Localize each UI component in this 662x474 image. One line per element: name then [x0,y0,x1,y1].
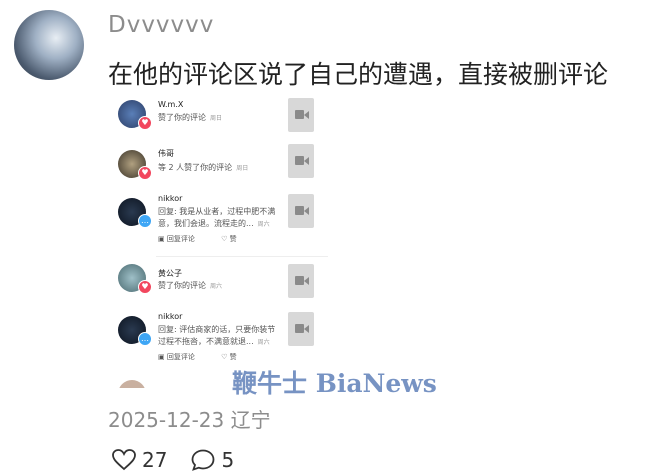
watermark-logo: 鞭牛士 BiaNews [232,369,437,398]
video-thumbnail-icon [288,144,314,178]
video-thumbnail-icon [288,98,314,132]
video-thumbnail-icon [288,312,314,346]
heart-badge-icon: ♥ [138,116,152,130]
heart-icon [112,449,136,471]
notification-name: 伟哥 [158,149,174,158]
reply-comment-button[interactable]: ▣ 回复评论 [158,353,207,361]
notification-name: nikkor [158,312,183,321]
video-thumbnail-icon [288,264,314,298]
notification-name: 黄公子 [158,269,182,278]
divider [156,256,328,257]
comment-badge-icon: … [138,214,152,228]
heart-badge-icon: ♥ [138,166,152,180]
notification-text: 意，我们会退。流程走的... [158,219,254,228]
post-date: 2025-12-23 [108,408,225,432]
notification-name: nikkor [158,194,183,203]
comment-count: 5 [221,448,235,472]
notification-text: 等 2 人赞了你的评论 [158,163,233,172]
notification-name: W.m.X [158,100,184,109]
post-stats: 27 5 [112,448,258,472]
notification-time: 周六 [210,283,223,290]
video-thumbnail-icon [288,194,314,228]
notification-time: 周六 [257,221,270,228]
embedded-screenshot: ♥ W.m.X 赞了你的评论 周日 ♥ 伟哥 等 2 人赞了你的评论 周日 … ni… [112,96,328,388]
post-meta: 2025-12-23 辽宁 [108,404,271,433]
user-avatar[interactable] [14,10,84,80]
heart-badge-icon: ♥ [138,280,152,294]
notification-text: 回复: 评估商家的话，只要你装节 [158,325,276,334]
reply-comment-button[interactable]: ▣ 回复评论 [158,235,207,243]
notification-time: 周日 [210,115,223,122]
comment-button[interactable]: 5 [191,448,234,472]
post-location: 辽宁 [230,408,271,432]
notification-time: 周日 [236,165,249,172]
like-count: 27 [142,448,168,472]
like-button[interactable]: ♡ 赞 [221,235,249,243]
notification-avatar [118,380,146,388]
notification-text: 过程不拖沓，不满意就退... [158,337,254,346]
like-button[interactable]: 27 [112,448,167,472]
comment-icon [192,449,215,471]
notification-time: 周六 [257,339,270,346]
notification-text: 赞了你的评论 [158,281,206,290]
notification-text: 赞了你的评论 [158,113,206,122]
username[interactable]: Dvvvvvv [108,12,214,38]
like-button[interactable]: ♡ 赞 [221,353,249,361]
comment-badge-icon: … [138,332,152,346]
post-text: 在他的评论区说了自己的遭遇，直接被删评论 [108,60,609,89]
notification-text: 回复: 我是从业者，过程中肥不满 [158,207,276,216]
